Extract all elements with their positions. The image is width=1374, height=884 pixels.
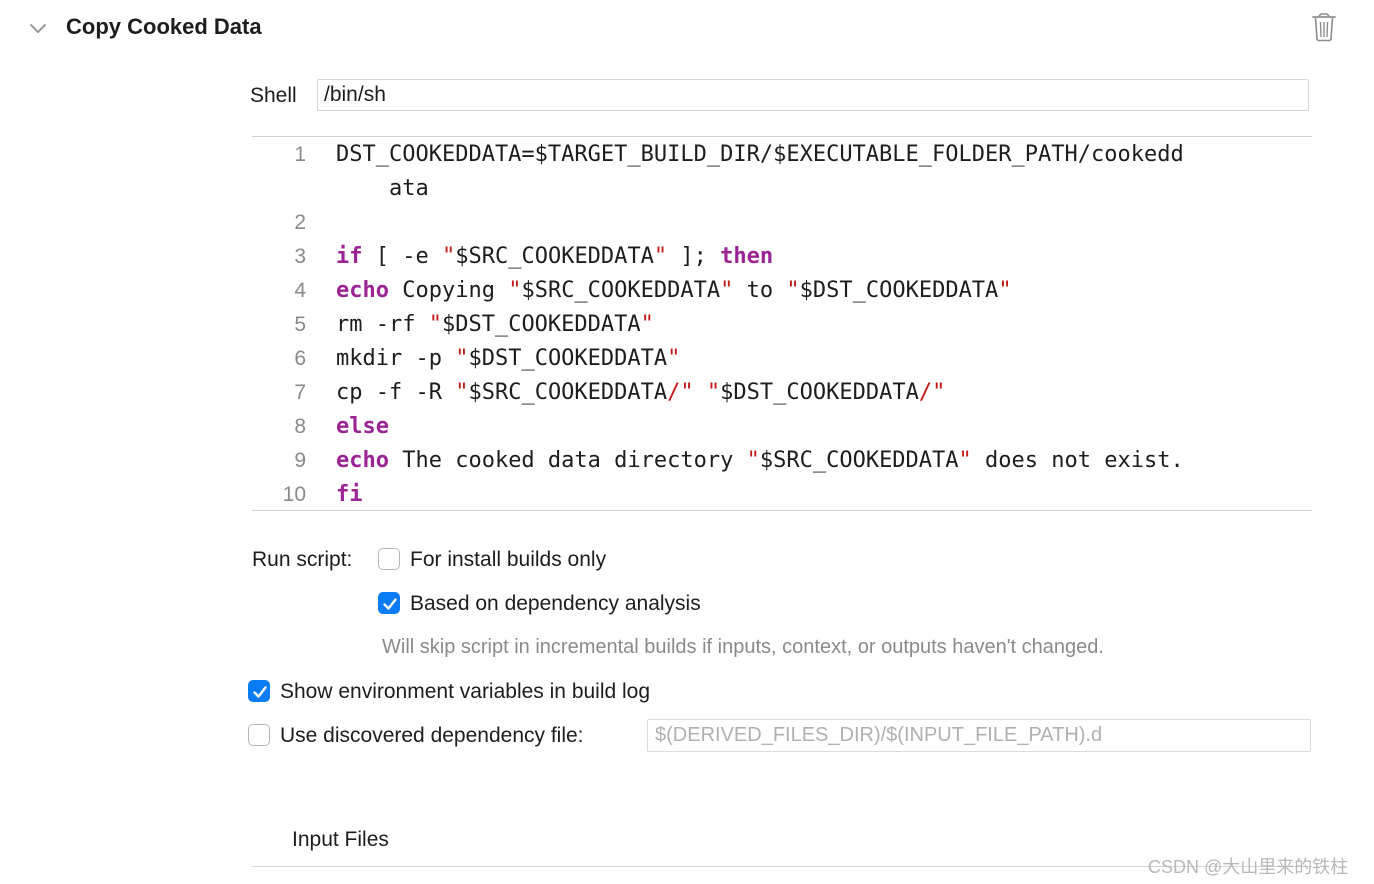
code-token: The cooked data directory <box>388 448 747 473</box>
line-number: 6 <box>294 347 306 370</box>
string-token: " <box>508 278 522 303</box>
shell-input[interactable] <box>317 79 1309 111</box>
checkmark-icon <box>383 598 397 610</box>
dependency-file-input[interactable] <box>647 719 1311 752</box>
line-number: 3 <box>294 245 306 268</box>
string-token: " <box>653 244 668 269</box>
string-token: /" <box>918 380 946 405</box>
string-token: " <box>428 312 442 337</box>
keyword-token: fi <box>336 482 363 507</box>
run-script-label: Run script: <box>252 548 353 571</box>
line-number: 10 <box>282 483 306 506</box>
code-text[interactable]: else <box>336 410 389 444</box>
string-token: " <box>720 278 734 303</box>
watermark: CSDN @大山里来的铁柱 <box>1148 857 1349 877</box>
show-env-vars-checkbox[interactable] <box>248 680 270 702</box>
string-token: " <box>441 244 456 269</box>
code-text[interactable]: cp -f -R "$SRC_COOKEDDATA/" "$DST_COOKED… <box>336 376 945 410</box>
code-token: rm -rf <box>336 312 429 337</box>
shell-label: Shell <box>250 84 297 107</box>
string-token: " <box>958 448 972 473</box>
string-token: " <box>706 380 721 405</box>
discovered-dep-file-checkbox[interactable] <box>248 724 270 746</box>
code-token: $DST_COOKEDDATA <box>468 346 668 371</box>
show-env-vars-label[interactable]: Show environment variables in build log <box>280 680 650 704</box>
code-token: cp -f -R <box>336 380 456 405</box>
code-token: $DST_COOKEDDATA <box>441 312 641 337</box>
line-number: 8 <box>294 415 306 438</box>
code-token: $SRC_COOKEDDATA <box>521 278 721 303</box>
script-editor[interactable]: 1 DST_COOKEDDATA=$TARGET_BUILD_DIR/$EXECU… <box>252 136 1312 511</box>
keyword-token: echo <box>336 448 389 473</box>
code-text[interactable]: echo Copying "$SRC_COOKEDDATA" to "$DST_… <box>336 274 1012 308</box>
code-token: mkdir -p <box>336 346 456 371</box>
line-number: 1 <box>294 143 306 166</box>
code-text[interactable]: ata <box>336 172 429 206</box>
dependency-analysis-hint: Will skip script in incremental builds i… <box>382 636 1104 658</box>
keyword-token: then <box>720 244 774 269</box>
checkmark-icon <box>253 686 267 698</box>
code-token: $SRC_COOKEDDATA <box>759 448 959 473</box>
phase-title: Copy Cooked Data <box>66 14 262 39</box>
code-token: Copying <box>388 278 509 303</box>
code-text[interactable]: fi <box>336 478 363 512</box>
code-token: ata <box>336 176 429 201</box>
line-number: 2 <box>294 211 306 234</box>
code-text[interactable]: mkdir -p "$DST_COOKEDDATA" <box>336 342 680 376</box>
string-token: " <box>455 346 469 371</box>
discovered-dep-file-label[interactable]: Use discovered dependency file: <box>280 724 584 748</box>
keyword-token: else <box>336 414 389 439</box>
code-token: does not exist. <box>971 448 1184 473</box>
code-token: $DST_COOKEDDATA <box>799 278 999 303</box>
dependency-analysis-label[interactable]: Based on dependency analysis <box>410 592 701 616</box>
code-token: $DST_COOKEDDATA <box>720 380 919 405</box>
code-token: [ -e <box>362 244 442 269</box>
line-number: 5 <box>294 313 306 336</box>
line-number: 7 <box>294 381 306 404</box>
code-token: DST_COOKEDDATA=$TARGET_BUILD_DIR/$EXECUT… <box>336 142 1184 167</box>
code-text[interactable]: echo The cooked data directory "$SRC_COO… <box>336 444 1184 478</box>
trash-icon[interactable] <box>1310 12 1338 42</box>
code-token: $SRC_COOKEDDATA <box>455 244 654 269</box>
code-text[interactable]: DST_COOKEDDATA=$TARGET_BUILD_DIR/$EXECUT… <box>336 138 1184 172</box>
string-token: " <box>455 380 469 405</box>
install-builds-only-label[interactable]: For install builds only <box>410 548 606 572</box>
string-token: " <box>667 346 681 371</box>
code-text[interactable]: rm -rf "$DST_COOKEDDATA" <box>336 308 654 342</box>
string-token: " <box>640 312 654 337</box>
code-token: ]; <box>667 244 721 269</box>
dependency-analysis-checkbox[interactable] <box>378 592 400 614</box>
string-token: " <box>786 278 800 303</box>
string-token: /" <box>667 380 694 405</box>
string-token: " <box>746 448 760 473</box>
keyword-token: echo <box>336 278 389 303</box>
code-text[interactable]: if [ -e "$SRC_COOKEDDATA" ]; then <box>336 240 773 274</box>
line-number: 9 <box>294 449 306 472</box>
keyword-token: if <box>336 244 363 269</box>
string-token: " <box>998 278 1012 303</box>
code-token: $SRC_COOKEDDATA <box>468 380 668 405</box>
install-builds-only-checkbox[interactable] <box>378 548 400 570</box>
chevron-down-icon[interactable] <box>28 18 48 38</box>
input-files-header[interactable]: Input Files <box>292 828 389 852</box>
run-script-phase-panel: Copy Cooked Data Shell 1 DST_COOKEDDATA=$… <box>0 0 1374 884</box>
code-token: to <box>733 278 787 303</box>
line-number: 4 <box>294 279 306 302</box>
